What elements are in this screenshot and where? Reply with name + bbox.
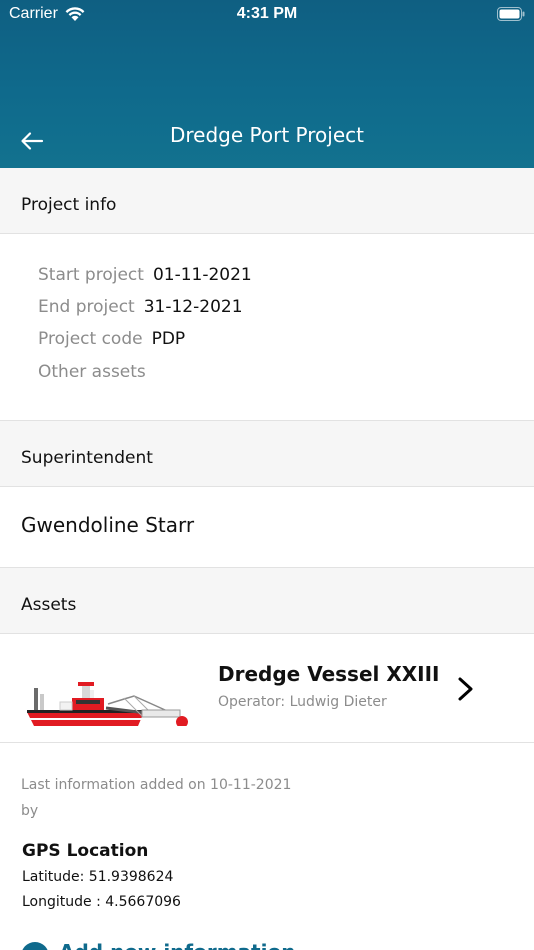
dredge-vessel-image [27, 682, 188, 726]
asset-list-item[interactable]: Dredge Vessel XXIII Operator: Ludwig Die… [0, 634, 534, 742]
chevron-right-icon [458, 677, 473, 701]
status-bar: Carrier 4:31 PM [0, 0, 534, 30]
section-title: Project info [21, 195, 117, 215]
info-label: Other assets [38, 362, 146, 382]
section-title: Superintendent [21, 448, 153, 468]
info-value: 01-11-2021 [152, 265, 252, 285]
gps-latitude: Latitude: 51.9398624 [22, 869, 174, 885]
section-header-project-info: Project info [0, 168, 534, 234]
last-info-author: by [21, 803, 39, 819]
app-header: Carrier 4:31 PM Dredge Port Project [0, 0, 534, 168]
info-row-start: Start project 01-11-2021 [38, 265, 252, 285]
gps-longitude: Longitude : 4.5667096 [22, 894, 181, 910]
info-row-other-assets: Other assets [38, 362, 155, 382]
info-label: Start project [38, 265, 144, 285]
info-value: 31-12-2021 [143, 297, 243, 317]
last-info-date: Last information added on 10-11-2021 [21, 777, 292, 793]
divider [0, 742, 534, 743]
status-time: 4:31 PM [236, 5, 298, 22]
info-row-end: End project 31-12-2021 [38, 297, 243, 317]
info-label: End project [38, 297, 135, 317]
gps-title: GPS Location [22, 841, 149, 861]
plus-circle-icon [21, 942, 49, 950]
info-value: PDP [151, 329, 186, 349]
add-information-label: Add new information [59, 940, 295, 950]
info-row-code: Project code PDP [38, 329, 185, 349]
last-info-text: Last information added on 10-11-2021 by [21, 772, 291, 824]
section-title: Assets [21, 595, 77, 615]
asset-name: Dredge Vessel XXIII [218, 662, 440, 686]
info-label: Project code [38, 329, 143, 349]
section-header-superintendent: Superintendent [0, 420, 534, 487]
battery-icon [497, 7, 525, 21]
section-header-assets: Assets [0, 567, 534, 634]
superintendent-name: Gwendoline Starr [21, 513, 195, 537]
page-title: Dredge Port Project [170, 123, 364, 147]
asset-operator: Operator: Ludwig Dieter [218, 694, 387, 710]
